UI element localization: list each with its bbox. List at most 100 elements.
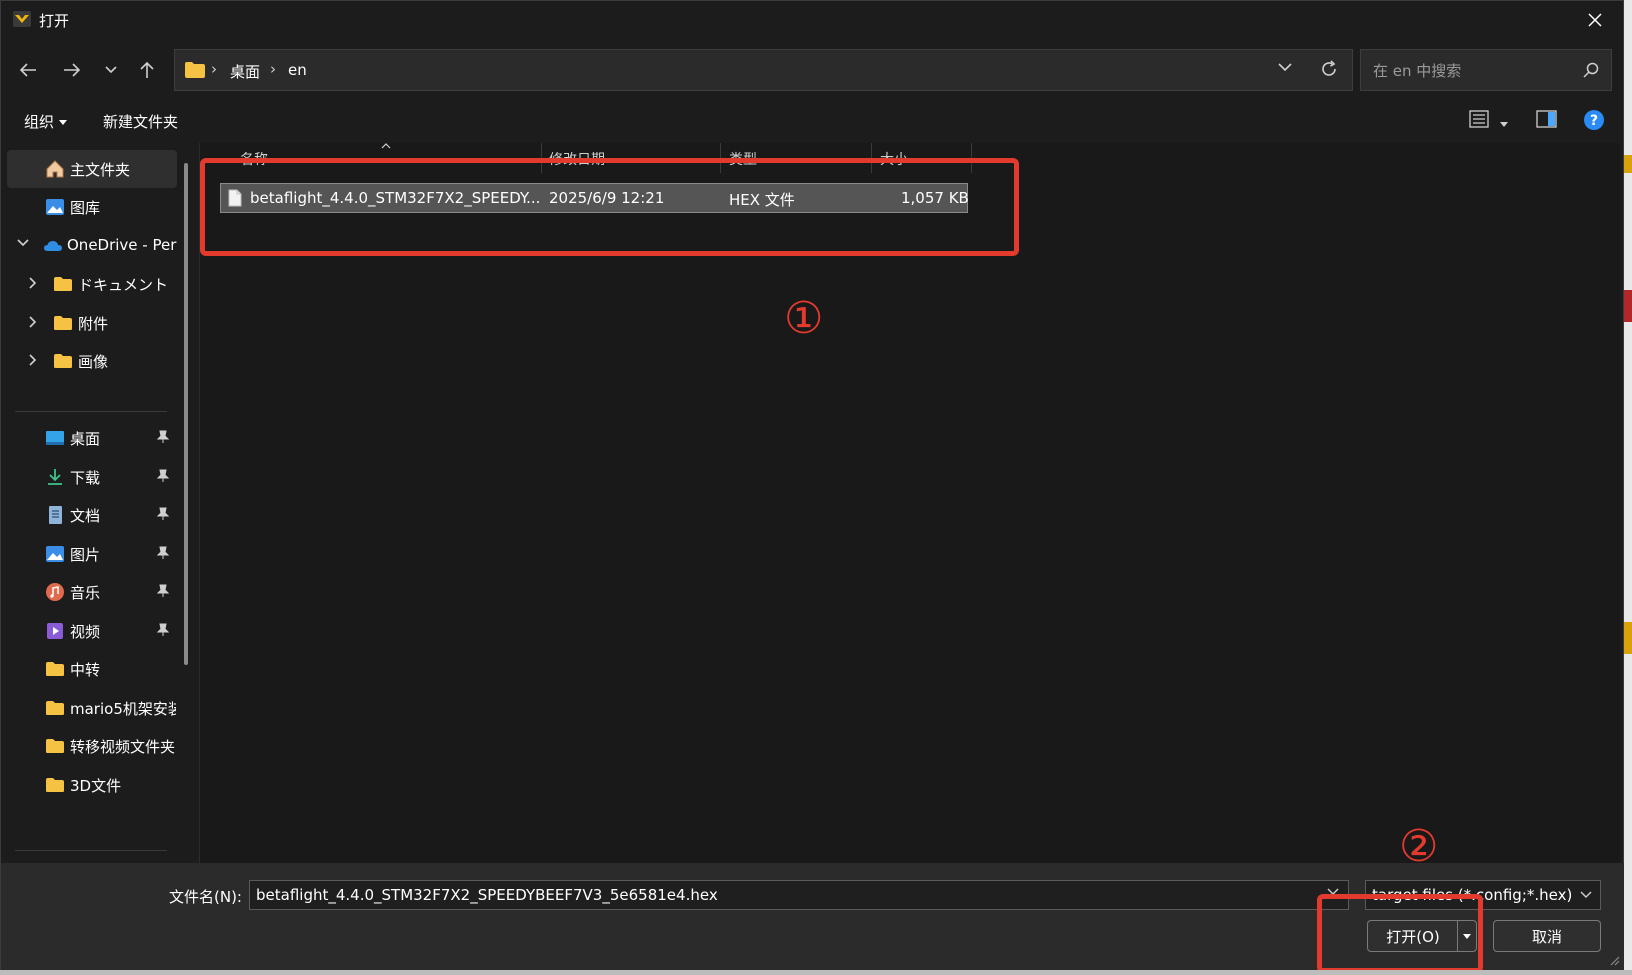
sidebar-item-label: 文档 [70, 507, 101, 525]
navigation-pane: 主文件夹 图库 OneDrive - Per ドキュメント 附件 画像 桌面 下… [1, 143, 191, 863]
annotation-marker-1: ① [784, 293, 824, 344]
recent-locations-button[interactable] [94, 53, 128, 87]
gallery-icon [46, 199, 64, 215]
organize-button[interactable]: 组织 [24, 111, 67, 132]
command-bar: 组织 新建文件夹 ? [1, 101, 1623, 143]
sidebar-item-label: 附件 [78, 315, 109, 333]
search-input[interactable] [1371, 50, 1575, 92]
quick-access-mario5[interactable]: mario5机架安装 [7, 689, 177, 727]
quick-access-3d[interactable]: 3D文件 [7, 766, 177, 804]
background-accent [1624, 155, 1632, 173]
quick-access-transfer[interactable]: 中转 [7, 650, 177, 688]
sidebar-scrollbar[interactable] [184, 163, 188, 665]
sidebar-item-label: 视频 [70, 623, 101, 641]
folder-icon [46, 739, 64, 753]
sidebar-item-label: 画像 [78, 353, 109, 371]
annotation-box-file [200, 158, 1019, 256]
sidebar-item-label: 中转 [70, 661, 101, 679]
quick-access-pictures[interactable]: 图片 [7, 535, 177, 573]
filename-input[interactable] [249, 880, 1349, 910]
view-options-button[interactable] [1469, 109, 1509, 133]
pin-icon[interactable] [157, 469, 169, 483]
sidebar-item-label: 图片 [70, 546, 101, 564]
address-bar[interactable]: › 桌面 › en [174, 49, 1353, 91]
sidebar-item-label: 主文件夹 [70, 161, 131, 179]
sidebar-item-onedrive[interactable]: OneDrive - Per [7, 227, 177, 265]
pin-icon[interactable] [157, 623, 169, 637]
up-button[interactable] [130, 53, 164, 87]
breadcrumb-separator: › [270, 60, 276, 78]
chevron-right-icon[interactable] [29, 316, 37, 328]
chevron-right-icon[interactable] [29, 277, 37, 289]
sidebar-item-label: ドキュメント [78, 276, 169, 294]
new-folder-button[interactable]: 新建文件夹 [103, 111, 178, 132]
sidebar-divider [15, 411, 167, 412]
pin-icon[interactable] [157, 584, 169, 598]
sidebar-item-label: OneDrive - Per [67, 236, 177, 254]
pin-icon[interactable] [157, 507, 169, 521]
forward-button[interactable] [55, 53, 89, 87]
svg-text:?: ? [1590, 113, 1598, 129]
folder-icon [54, 316, 72, 330]
cancel-button[interactable]: 取消 [1493, 920, 1601, 952]
quick-access-desktop[interactable]: 桌面 [7, 419, 177, 457]
refresh-icon[interactable] [1320, 60, 1338, 78]
sidebar-divider [15, 850, 167, 851]
search-box[interactable] [1360, 49, 1612, 92]
folder-icon [46, 701, 64, 715]
caret-down-icon [58, 120, 67, 125]
breadcrumb-desktop[interactable]: 桌面 [230, 61, 260, 82]
sidebar-item-label: 3D文件 [70, 777, 122, 795]
folder-icon [54, 354, 72, 368]
breadcrumb-en[interactable]: en [288, 61, 307, 79]
quick-access-music[interactable]: 音乐 [7, 573, 177, 611]
close-icon [1588, 13, 1602, 27]
chevron-down-icon[interactable] [1278, 62, 1292, 72]
quick-access-downloads[interactable]: 下载 [7, 458, 177, 496]
sidebar-item-home[interactable]: 主文件夹 [7, 150, 177, 188]
help-button[interactable]: ? [1583, 109, 1605, 135]
folder-icon [46, 662, 64, 676]
folder-icon [185, 62, 205, 78]
sidebar-item-images[interactable]: 画像 [7, 342, 177, 380]
close-button[interactable] [1573, 3, 1617, 37]
cloud-icon [44, 241, 62, 251]
pin-icon[interactable] [157, 430, 169, 444]
pin-icon[interactable] [157, 546, 169, 560]
sidebar-item-attachments[interactable]: 附件 [7, 304, 177, 342]
document-icon [49, 506, 62, 524]
sidebar-item-label: 图库 [70, 199, 101, 217]
filename-label: 文件名(N): [169, 888, 242, 906]
annotation-box-open [1317, 894, 1483, 973]
caret-down-icon [1500, 122, 1509, 127]
sidebar-item-gallery[interactable]: 图库 [7, 188, 177, 226]
chevron-down-icon [1580, 891, 1592, 898]
preview-pane-icon [1536, 110, 1557, 128]
chevron-down-icon[interactable] [17, 239, 29, 247]
quick-access-video-transfer[interactable]: 转移视频文件夹 [7, 727, 177, 765]
sidebar-item-documents-jp[interactable]: ドキュメント [7, 265, 177, 303]
navigation-bar: › 桌面 › en [1, 39, 1623, 101]
folder-icon [54, 277, 72, 291]
open-file-dialog: 打开 › 桌面 › en 在 en 中搜索 组织 新建文件夹 ? 主文件夹 图库… [0, 0, 1625, 973]
title-bar: 打开 [1, 1, 1623, 39]
organize-label: 组织 [24, 113, 55, 131]
breadcrumb-separator: › [211, 60, 217, 78]
arrow-right-icon [64, 63, 81, 77]
download-icon [48, 469, 62, 485]
resize-grip-icon[interactable] [1609, 955, 1621, 967]
quick-access-videos[interactable]: 视频 [7, 612, 177, 650]
sidebar-item-label: mario5机架安装 [70, 700, 176, 718]
desktop-icon [46, 431, 64, 445]
quick-access-documents[interactable]: 文档 [7, 496, 177, 534]
window-title: 打开 [39, 12, 70, 30]
back-button[interactable] [11, 53, 45, 87]
background-accent [1624, 290, 1632, 322]
music-icon [46, 583, 64, 601]
video-icon [47, 623, 63, 639]
home-icon [46, 160, 64, 178]
background-accent [1624, 622, 1632, 654]
chevron-right-icon[interactable] [29, 354, 37, 366]
preview-pane-button[interactable] [1536, 109, 1558, 133]
app-icon [13, 11, 31, 27]
